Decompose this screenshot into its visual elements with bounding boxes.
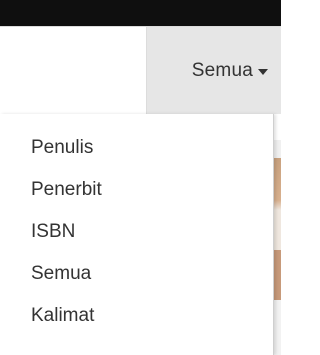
menu-item-isbn[interactable]: ISBN <box>0 212 273 252</box>
search-filter-menu: Penulis Penerbit ISBN Semua Kalimat <box>0 114 274 355</box>
menu-item-penulis[interactable]: Penulis <box>0 128 273 168</box>
caret-down-icon <box>258 68 268 75</box>
menu-item-kalimat[interactable]: Kalimat <box>0 296 273 336</box>
search-input[interactable] <box>0 27 146 113</box>
menu-item-penerbit[interactable]: Penerbit <box>0 170 273 210</box>
search-filter-dropdown-button[interactable]: Semua <box>146 27 281 114</box>
menu-item-semua[interactable]: Semua <box>0 254 273 294</box>
top-navbar <box>0 0 281 26</box>
search-filter-selected-label: Semua <box>191 59 253 81</box>
background-content-edge <box>274 140 281 355</box>
